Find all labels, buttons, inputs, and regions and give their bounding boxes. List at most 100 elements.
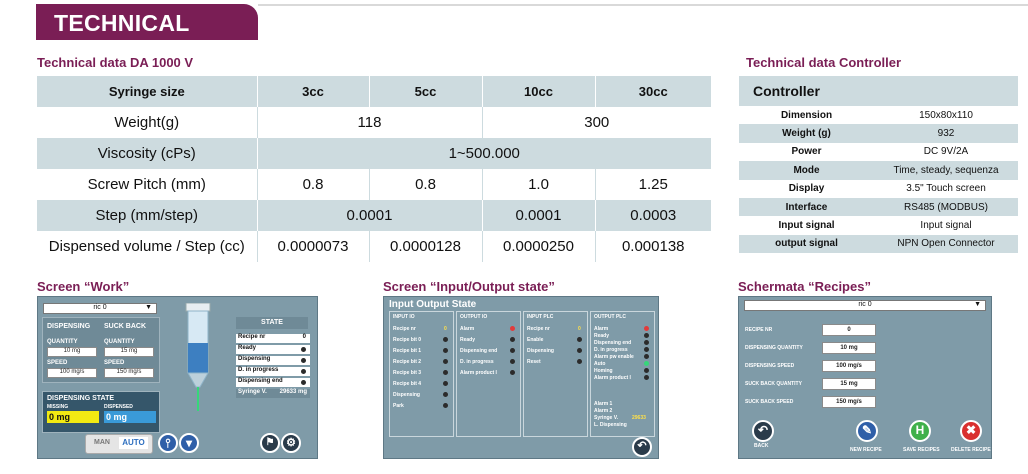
table-cell: 5cc bbox=[368, 76, 482, 107]
io-value: 0 bbox=[578, 326, 581, 332]
dispensing-speed-field[interactable]: 100 mg/s bbox=[822, 360, 876, 372]
status-led bbox=[644, 347, 649, 352]
delete-recipe-label: DELETE RECIPE bbox=[951, 447, 991, 453]
status-led bbox=[301, 358, 306, 363]
recipe-nr-field[interactable]: 0 bbox=[822, 324, 876, 336]
table-cell: 0.0001 bbox=[481, 200, 595, 231]
screen-recipes-title: Schermata “Recipes” bbox=[738, 279, 871, 294]
table-cell: Interface bbox=[739, 197, 874, 217]
table-cell: Input signal bbox=[874, 216, 1018, 235]
table-cell: Syringe size bbox=[37, 76, 257, 107]
header-rule bbox=[258, 4, 1028, 6]
table-cell: 300 bbox=[481, 107, 711, 138]
table-row: Dimension 150x80x110 bbox=[739, 106, 1018, 125]
table-cell: 10cc bbox=[481, 76, 595, 107]
state-row: Dispensing bbox=[236, 356, 310, 365]
recipes-screen: ric 0 ▼ RECIPE NR 0 DISPENSING QUANTITY 1… bbox=[738, 296, 992, 459]
io-label: Recipe nr bbox=[527, 326, 550, 332]
io-label: D. in progress bbox=[460, 359, 494, 365]
status-led bbox=[443, 370, 448, 375]
table-cell: output signal bbox=[739, 234, 874, 254]
status-led bbox=[644, 361, 649, 366]
table-cell: 0.0000073 bbox=[256, 231, 369, 262]
suck-quantity-field[interactable]: 15 mg bbox=[104, 347, 154, 357]
io-col-header: INPUT PLC bbox=[527, 314, 554, 320]
table-row: Step (mm/step) 0.0001 0.0001 0.0003 bbox=[37, 200, 711, 231]
language-flags-icon[interactable]: ⚑ bbox=[260, 433, 280, 453]
table-row: Dispensed volume / Step (cc) 0.0000073 0… bbox=[37, 231, 711, 262]
io-label: Recipe bit 1 bbox=[393, 348, 422, 354]
table-row: Syringe size 3cc 5cc 10cc 30cc bbox=[37, 76, 711, 107]
table-cell: 932 bbox=[874, 124, 1018, 143]
save-icon[interactable]: H bbox=[909, 420, 931, 442]
man-button[interactable]: MAN bbox=[88, 437, 116, 449]
table-cell: Mode bbox=[739, 161, 874, 180]
dispensing-quantity-field[interactable]: 10 mg bbox=[822, 342, 876, 354]
table-cell: RS485 (MODBUS) bbox=[874, 197, 1018, 217]
table-row: Viscosity (cPs) 1~500.000 bbox=[37, 138, 711, 169]
table-cell: 30cc bbox=[594, 76, 711, 107]
table-cell: 0.8 bbox=[256, 169, 369, 200]
table-cell: Time, steady, sequenza bbox=[874, 161, 1018, 180]
status-led bbox=[510, 348, 515, 353]
status-led bbox=[644, 375, 649, 380]
io-label: Ready bbox=[460, 337, 476, 343]
recipe-field-label: DISPENSING QUANTITY bbox=[745, 345, 803, 351]
recipe-select[interactable]: ric 0 ▼ bbox=[43, 303, 157, 314]
new-recipe-icon[interactable]: ✎ bbox=[856, 420, 878, 442]
status-led bbox=[577, 359, 582, 364]
dispensing-state-label: DISPENSING STATE bbox=[47, 395, 115, 402]
state-row: D. in progress bbox=[236, 367, 310, 376]
io-label: Alarm 1 bbox=[594, 401, 613, 407]
table-cell: Display bbox=[739, 179, 874, 198]
table-cell: Screw Pitch (mm) bbox=[37, 169, 257, 200]
dispense-speed-field[interactable]: 100 mg/s bbox=[47, 368, 97, 378]
io-label: Alarm product l bbox=[594, 375, 631, 381]
table-cell: 0.8 bbox=[368, 169, 482, 200]
suck-back-speed-field[interactable]: 150 mg/s bbox=[822, 396, 876, 408]
recipe-select[interactable]: ric 0 ▼ bbox=[744, 300, 986, 311]
recipe-field-label: SUCK BACK QUANTITY bbox=[745, 381, 802, 387]
status-led bbox=[644, 368, 649, 373]
state-row: Syringe V. 29633 mg bbox=[236, 389, 310, 398]
back-arrow-icon[interactable]: ↶ bbox=[752, 420, 774, 442]
recipe-field-label: DISPENSING SPEED bbox=[745, 363, 795, 369]
table-row: Screw Pitch (mm) 0.8 0.8 1.0 1.25 bbox=[37, 169, 711, 200]
table-cell: Weight (g) bbox=[739, 124, 874, 143]
table-cell: 3cc bbox=[256, 76, 369, 107]
dispensing-label: DISPENSING bbox=[47, 323, 91, 330]
status-led bbox=[644, 326, 649, 331]
table-cell: Viscosity (cPs) bbox=[37, 138, 257, 169]
back-arrow-icon[interactable]: ↶ bbox=[632, 437, 652, 457]
new-recipe-label: NEW RECIPE bbox=[850, 447, 882, 453]
table-cell: 0.0000250 bbox=[481, 231, 595, 262]
status-led bbox=[577, 348, 582, 353]
gear-icon[interactable]: ⚙ bbox=[281, 433, 301, 453]
table-cell: Step (mm/step) bbox=[37, 200, 257, 231]
auto-button[interactable]: AUTO bbox=[119, 437, 148, 449]
io-label: Reset bbox=[527, 359, 541, 365]
io-col-header: OUTPUT IO bbox=[460, 314, 488, 320]
suck-back-quantity-field[interactable]: 15 mg bbox=[822, 378, 876, 390]
delete-icon[interactable]: ✖ bbox=[960, 420, 982, 442]
table1-title: Technical data DA 1000 V bbox=[37, 55, 194, 70]
io-label: L. Dispensing bbox=[594, 422, 627, 428]
status-led bbox=[301, 347, 306, 352]
table-row: Weight(g) 118 300 bbox=[37, 107, 711, 138]
quantity-label-2: QUANTITY bbox=[104, 339, 135, 345]
io-label: Alarm bbox=[460, 326, 475, 332]
chevron-down-icon: ▼ bbox=[974, 301, 981, 308]
status-led bbox=[577, 337, 582, 342]
screen-work-title: Screen “Work” bbox=[37, 279, 130, 294]
recipe-nr-value: 0 bbox=[302, 334, 306, 340]
suck-speed-field[interactable]: 150 mg/s bbox=[104, 368, 154, 378]
dispense-quantity-field[interactable]: 10 mg bbox=[47, 347, 97, 357]
io-label: Recipe bit 2 bbox=[393, 359, 422, 365]
syringe-button-icon[interactable]: ⫯ bbox=[158, 433, 178, 453]
syringe-icon bbox=[185, 303, 211, 411]
status-led bbox=[443, 381, 448, 386]
nozzle-button-icon[interactable]: ▾ bbox=[179, 433, 199, 453]
table-cell: 118 bbox=[256, 107, 482, 138]
table-cell: Dimension bbox=[739, 106, 874, 125]
io-label: Recipe nr bbox=[393, 326, 416, 332]
